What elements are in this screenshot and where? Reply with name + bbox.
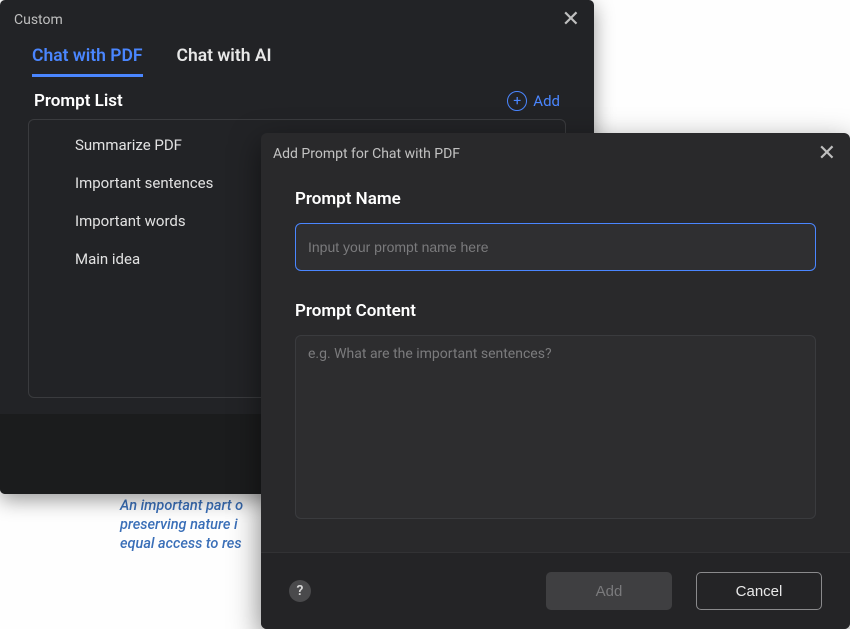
prompt-content-textarea[interactable] bbox=[295, 335, 816, 519]
add-prompt-dialog: Add Prompt for Chat with PDF ✕ Prompt Na… bbox=[261, 133, 850, 629]
add-button[interactable]: Add bbox=[546, 572, 672, 610]
prompt-name-label: Prompt Name bbox=[295, 189, 816, 209]
close-icon[interactable]: ✕ bbox=[562, 9, 580, 31]
dialog-footer: ? Add Cancel bbox=[261, 552, 850, 629]
tab-chat-with-pdf[interactable]: Chat with PDF bbox=[32, 46, 143, 77]
add-label: Add bbox=[533, 92, 560, 110]
dialog-body: Prompt Name Prompt Content bbox=[261, 175, 850, 552]
tab-bar: Chat with PDF Chat with AI bbox=[0, 40, 594, 77]
help-icon[interactable]: ? bbox=[289, 580, 311, 602]
dialog-header: Add Prompt for Chat with PDF ✕ bbox=[261, 133, 850, 175]
prompt-list-title: Prompt List bbox=[34, 91, 123, 111]
prompt-list-header: Prompt List + Add bbox=[0, 77, 594, 119]
plus-circle-icon: + bbox=[507, 91, 527, 111]
prompt-name-input[interactable] bbox=[295, 223, 816, 271]
add-prompt-button[interactable]: + Add bbox=[507, 91, 560, 111]
prompt-content-label: Prompt Content bbox=[295, 301, 816, 321]
close-icon[interactable]: ✕ bbox=[818, 143, 836, 165]
cancel-button[interactable]: Cancel bbox=[696, 572, 822, 610]
custom-panel-title: Custom bbox=[14, 12, 63, 28]
custom-panel-header: Custom ✕ bbox=[0, 0, 594, 40]
dialog-title: Add Prompt for Chat with PDF bbox=[273, 146, 460, 162]
tab-chat-with-ai[interactable]: Chat with AI bbox=[177, 46, 272, 77]
